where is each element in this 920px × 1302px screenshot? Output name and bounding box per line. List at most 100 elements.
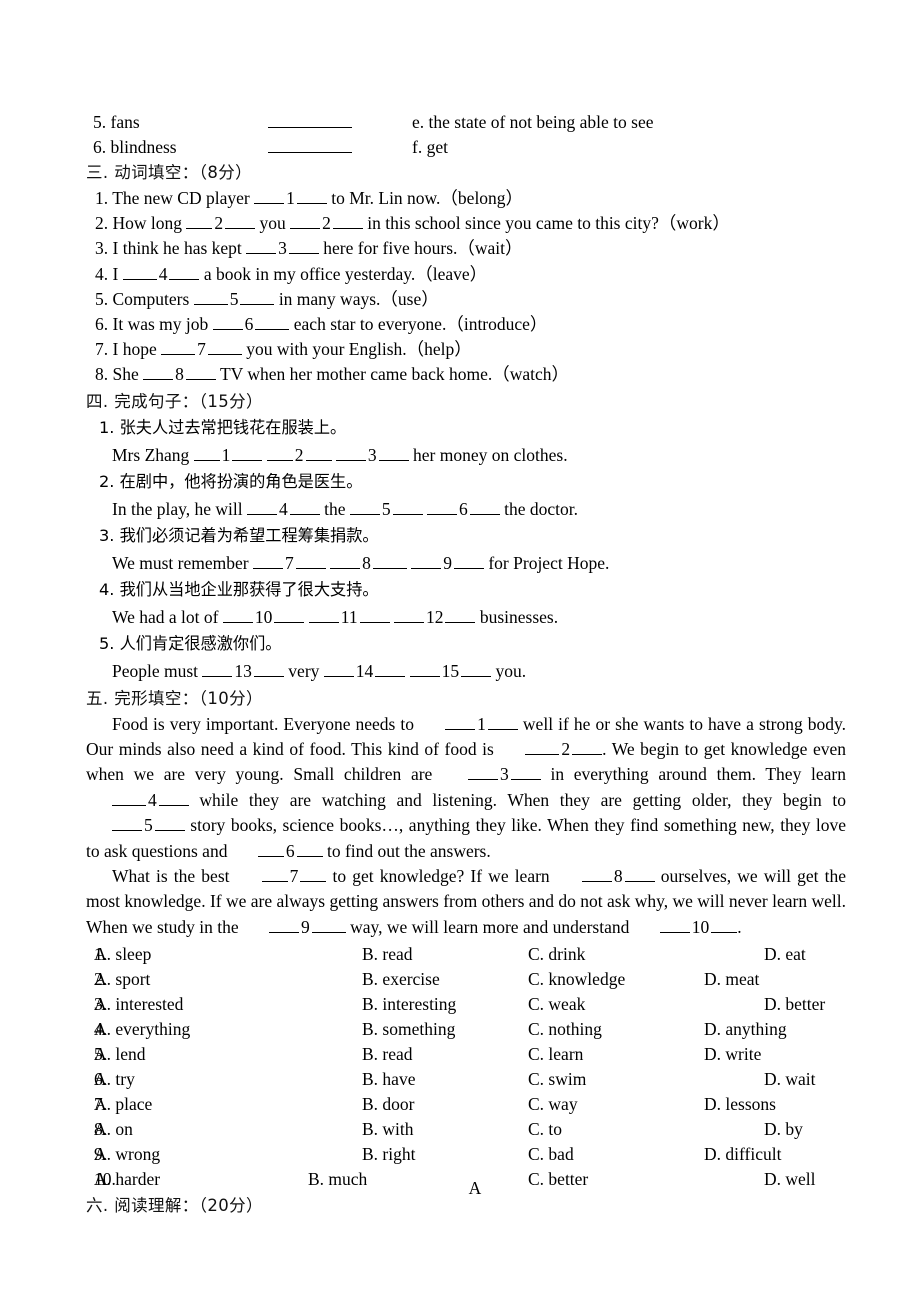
answer-blank[interactable]: 14 bbox=[323, 658, 406, 685]
question-text: I think he has kept bbox=[112, 238, 242, 259]
answer-blank[interactable]: 1 bbox=[254, 186, 327, 211]
option-b[interactable]: B. right bbox=[362, 1142, 415, 1167]
question-number: 6. bbox=[95, 314, 109, 335]
question-text: you bbox=[259, 213, 286, 234]
question-number: 5. bbox=[99, 633, 115, 653]
question-number: 3. bbox=[99, 525, 115, 545]
question-3-8: 8. She 8 TV when her mother came back ho… bbox=[86, 362, 846, 387]
option-d[interactable]: D. better bbox=[764, 992, 825, 1017]
cloze-blank-9[interactable]: 9 bbox=[243, 915, 346, 940]
answer-blank[interactable]: 7 bbox=[252, 550, 326, 577]
cloze-blank-8[interactable]: 8 bbox=[556, 864, 655, 889]
answer-blank[interactable]: 8 bbox=[143, 362, 216, 387]
answer-blank[interactable]: 2 bbox=[266, 442, 332, 469]
option-b[interactable]: B. interesting bbox=[362, 992, 456, 1017]
option-b[interactable]: B. have bbox=[362, 1067, 415, 1092]
passage-text: while they are watching and listening. W… bbox=[199, 789, 847, 810]
option-b[interactable]: B. something bbox=[362, 1017, 455, 1042]
sentence-text: People must bbox=[112, 660, 199, 681]
answer-blank[interactable]: 10 bbox=[222, 604, 305, 631]
option-c[interactable]: C. weak bbox=[528, 992, 585, 1017]
option-c[interactable]: C. knowledge bbox=[528, 967, 625, 992]
question-number: 3. bbox=[95, 238, 109, 259]
sentence-4-4-english: We had a lot of 10 11 12 businesses. bbox=[86, 604, 846, 631]
option-b[interactable]: B. exercise bbox=[362, 967, 440, 992]
option-d[interactable]: D. write bbox=[704, 1042, 761, 1067]
question-number: 4. bbox=[99, 579, 115, 599]
question-text: to Mr. Lin now.（belong） bbox=[331, 188, 524, 208]
answer-blank[interactable]: 8 bbox=[330, 550, 407, 577]
option-c[interactable]: C. nothing bbox=[528, 1017, 602, 1042]
question-text: The new CD player bbox=[112, 188, 250, 208]
answer-blank[interactable]: 11 bbox=[308, 604, 390, 631]
answer-blank[interactable]: 2 bbox=[290, 211, 363, 236]
matching-term: 5. fans bbox=[93, 112, 140, 132]
cloze-blank-7[interactable]: 7 bbox=[236, 864, 327, 889]
cloze-paragraph-2: What is the best 7 to get knowledge? If … bbox=[86, 864, 846, 940]
option-d[interactable]: D. eat bbox=[764, 942, 806, 967]
chinese-prompt: 在剧中，他将扮演的角色是医生。 bbox=[119, 471, 363, 491]
option-d[interactable]: D. difficult bbox=[704, 1142, 781, 1167]
sentence-text: the doctor. bbox=[504, 498, 578, 519]
answer-blank[interactable]: 12 bbox=[393, 604, 476, 631]
matching-answer-blank[interactable] bbox=[268, 113, 352, 128]
cloze-blank-3[interactable]: 3 bbox=[442, 762, 541, 787]
option-b[interactable]: B. read bbox=[362, 1042, 413, 1067]
chinese-prompt: 人们肯定很感激你们。 bbox=[119, 633, 282, 653]
chinese-prompt: 张夫人过去常把钱花在服装上。 bbox=[119, 417, 347, 437]
answer-blank[interactable]: 9 bbox=[411, 550, 484, 577]
question-number: 2. bbox=[95, 213, 109, 234]
option-c[interactable]: C. to bbox=[528, 1117, 562, 1142]
option-row-6: 6. A. try B. have C. swim D. wait bbox=[86, 1067, 846, 1092]
option-d[interactable]: D. meat bbox=[704, 967, 759, 992]
question-text: TV when her mother came back home.（watch… bbox=[219, 364, 570, 385]
option-b[interactable]: B. door bbox=[362, 1092, 415, 1117]
question-number: 2. bbox=[99, 471, 115, 491]
answer-blank[interactable]: 2 bbox=[186, 211, 256, 236]
matching-answer-blank[interactable] bbox=[268, 138, 352, 153]
answer-blank[interactable]: 5 bbox=[349, 496, 423, 523]
answer-blank[interactable]: 13 bbox=[202, 658, 284, 685]
option-d[interactable]: D. by bbox=[764, 1117, 803, 1142]
passage-text: Food is very important. Everyone needs t… bbox=[112, 713, 415, 734]
answer-blank[interactable]: 15 bbox=[409, 658, 492, 685]
list-item: 5. fans e. the state of not being able t… bbox=[86, 110, 846, 135]
cloze-blank-6[interactable]: 6 bbox=[232, 839, 323, 864]
cloze-paragraph-1: Food is very important. Everyone needs t… bbox=[86, 712, 846, 864]
option-c[interactable]: C. bad bbox=[528, 1142, 574, 1167]
answer-blank[interactable]: 7 bbox=[161, 337, 242, 362]
answer-blank[interactable]: 5 bbox=[193, 287, 275, 312]
option-c[interactable]: C. learn bbox=[528, 1042, 583, 1067]
option-b[interactable]: B. read bbox=[362, 942, 413, 967]
cloze-blank-10[interactable]: 10 bbox=[634, 915, 738, 940]
cloze-blank-5[interactable]: 5 bbox=[86, 813, 185, 838]
option-d[interactable]: D. lessons bbox=[704, 1092, 776, 1117]
option-d[interactable]: D. wait bbox=[764, 1067, 816, 1092]
section-heading-5: 五. 完形填空：（10分） bbox=[86, 688, 263, 708]
question-text: I bbox=[112, 263, 119, 284]
answer-blank[interactable]: 1 bbox=[193, 442, 263, 469]
answer-blank[interactable]: 6 bbox=[212, 312, 290, 337]
question-text: a book in my office yesterday.（leave） bbox=[203, 263, 488, 284]
cloze-blank-2[interactable]: 2 bbox=[499, 737, 603, 762]
option-b[interactable]: B. with bbox=[362, 1117, 414, 1142]
cloze-blank-1[interactable]: 1 bbox=[419, 712, 518, 737]
answer-blank[interactable]: 4 bbox=[122, 262, 200, 287]
option-row-9: 9. A. wrong B. right C. bad D. difficult bbox=[86, 1142, 846, 1167]
answer-blank[interactable]: 4 bbox=[246, 496, 320, 523]
sentence-text: the bbox=[324, 498, 346, 519]
question-text: How long bbox=[112, 213, 183, 234]
cloze-blank-4[interactable]: 4 bbox=[86, 788, 189, 813]
option-c[interactable]: C. way bbox=[528, 1092, 578, 1117]
question-text: I hope bbox=[112, 339, 157, 360]
answer-blank[interactable]: 6 bbox=[426, 496, 500, 523]
option-d[interactable]: D. anything bbox=[704, 1017, 787, 1042]
answer-blank[interactable]: 3 bbox=[246, 236, 319, 261]
exam-paper-page: 5. fans e. the state of not being able t… bbox=[0, 0, 920, 1302]
question-3-4: 4. I 4 a book in my office yesterday.（le… bbox=[86, 262, 846, 287]
option-c[interactable]: C. swim bbox=[528, 1067, 586, 1092]
sentence-text: you. bbox=[495, 660, 527, 681]
answer-blank[interactable]: 3 bbox=[335, 442, 409, 469]
option-c[interactable]: C. drink bbox=[528, 942, 585, 967]
sentence-text: very bbox=[288, 660, 320, 681]
